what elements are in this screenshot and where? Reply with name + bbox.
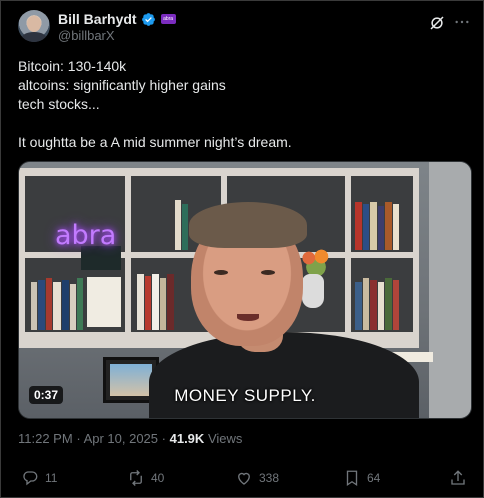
reply-icon [23,471,38,486]
book [53,282,61,330]
book [46,278,52,330]
avatar[interactable] [18,10,50,42]
neon-sign: abra [55,220,117,251]
book [363,278,369,330]
person-mouth [237,314,259,321]
tweet-text: Bitcoin: 130-140k altcoins: significantl… [18,57,468,152]
views-count[interactable]: 41.9K [170,431,205,446]
book [77,278,83,330]
repost-count: 40 [151,471,165,485]
flowers [298,246,334,276]
book [378,282,384,330]
book [370,280,377,330]
avatar-face [27,16,41,32]
person-eye [261,270,275,275]
book [62,280,69,330]
person-hair [189,202,307,248]
video-duration: 0:37 [29,386,64,404]
author-name-row: Bill Barhydt abra [58,11,176,27]
tweet-time[interactable]: 11:22 PM [18,431,73,446]
book [182,204,188,250]
verified-badge-icon [141,12,155,26]
video-wall [429,162,471,418]
person-eye [214,270,228,275]
book [175,200,181,250]
vase [302,274,324,308]
book [393,204,399,250]
share-button[interactable] [449,469,467,487]
book [160,278,166,330]
like-button[interactable]: 338 [235,469,279,487]
book [31,282,37,330]
meta-separator: · [161,431,166,446]
video-player[interactable]: abra MONEY SUPPLY. 0:37 [18,161,472,419]
share-icon [451,470,465,485]
book [145,276,151,330]
tweet-line: Bitcoin: 130-140k [18,58,127,74]
book [167,274,174,330]
book [70,284,76,330]
video-caption: MONEY SUPPLY. [174,386,316,405]
book [378,206,384,250]
repost-icon [130,470,142,486]
bookmark-count: 64 [367,471,381,485]
author-handle[interactable]: @billbarX [58,28,115,43]
book [152,274,159,330]
more-icon[interactable] [454,14,470,30]
like-icon [238,472,250,485]
book [363,204,369,250]
views-label: Views [207,431,243,446]
tweet-card: Bill Barhydt abra @billbarX Bitcoin: 130… [0,0,484,498]
book [355,202,362,250]
like-count: 338 [259,471,280,485]
tweet-line: altcoins: significantly higher gains [18,77,226,93]
book [137,274,144,330]
tweet-line: It oughtta be a A mid summer night’s dre… [18,134,292,150]
reply-count: 11 [45,471,58,485]
tweet-line: tech stocks... [18,96,100,112]
book [370,202,377,250]
bookmark-icon [346,470,358,487]
book [355,282,362,330]
action-bar: 11 40 338 64 [1,469,484,489]
book-cover [87,277,121,327]
book [393,280,399,330]
tweet-date[interactable]: Apr 10, 2025 [84,431,158,446]
meta-separator: · [76,431,81,446]
book [385,278,392,330]
repost-button[interactable]: 40 [127,469,164,487]
reply-button[interactable]: 11 [21,469,57,487]
author-display-name[interactable]: Bill Barhydt [58,11,137,27]
tweet-meta: 11:22 PM · Apr 10, 2025 · 41.9K Views [18,431,242,446]
book [38,280,45,330]
bookmark-button[interactable]: 64 [343,469,380,487]
grok-icon[interactable] [428,14,446,32]
avatar-shirt [21,32,47,42]
book [385,202,392,250]
affiliate-badge[interactable]: abra [160,14,176,24]
